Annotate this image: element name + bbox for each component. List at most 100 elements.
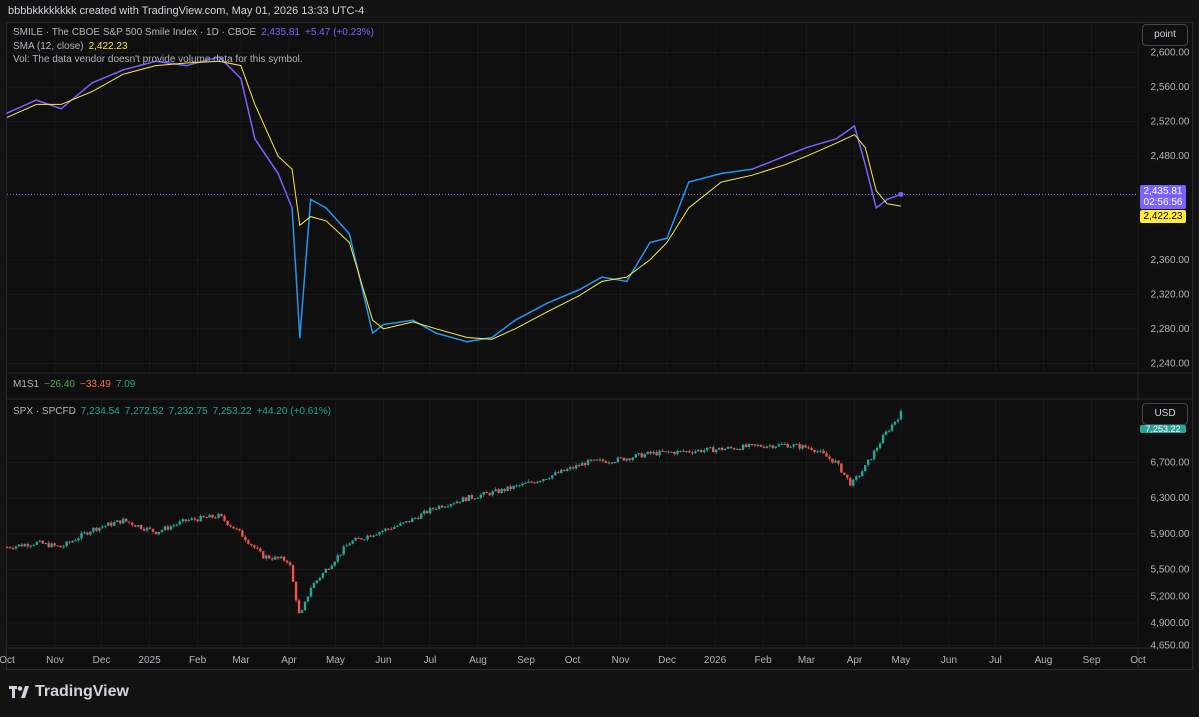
tradingview-logo[interactable]: TradingView [9,683,129,701]
candle-body [437,505,441,509]
candle-body [568,467,572,470]
indicator-legend: M1S1 −26.40 −33.49 7.09 [13,379,140,390]
candle-body [536,481,539,484]
y-tick-label: 5,200.00 [1151,591,1190,602]
x-tick-label: Feb [189,655,207,666]
candle-body [396,525,399,527]
candle-body [384,528,387,531]
candle-body [297,600,301,613]
y-tick-label: 2,360.00 [1151,255,1190,266]
x-tick-label: Aug [469,655,487,666]
candle-body [86,532,89,535]
candle-body [896,419,900,422]
candle-body [524,482,527,484]
candle-body [41,540,44,544]
candle-body [744,444,748,448]
candle-body [458,501,462,503]
candle-body [577,465,581,467]
candle-body [434,508,438,510]
smile-series-segment [546,289,580,304]
smile-series-segment [864,164,877,209]
candle-body [488,492,491,496]
candle-body [527,481,530,483]
candle-body [214,517,217,519]
candle-body [422,510,426,514]
scale-usd-button[interactable]: USD [1142,403,1188,425]
candle-body [795,444,798,446]
smile-series-segment [277,172,293,209]
candle-body [777,444,780,447]
candle-body [116,520,119,523]
countdown: 02:56:56 [1143,197,1183,208]
pane1-symbol-title[interactable]: SMILE · The CBOE S&P 500 Smile Index · 1… [13,27,256,38]
candle-body [822,450,825,454]
smile-series-segment [435,332,468,343]
candle-body [104,525,107,527]
candle-body [50,543,53,548]
candle-body [339,554,342,556]
candle-body [655,451,658,456]
chart-svg[interactable]: 2,240.00 2,280.00 2,320.00 2,360.00 2,480.00… [0,0,1199,717]
candle-body [786,443,789,448]
candle-body [697,449,700,452]
candle-body [336,555,339,562]
candle-body [661,450,664,452]
candle-body [282,556,286,561]
candle-body [130,522,134,526]
candle-body [858,476,861,478]
candle-body [127,521,131,523]
candle-body [163,526,167,531]
smile-series-segment [784,146,808,157]
candle-body [571,467,575,469]
candle-body [574,465,578,469]
tradingview-logo-icon [9,686,29,698]
candle-body [861,471,864,477]
candle-body [691,452,694,454]
smile-series-segment [805,138,837,149]
x-tick-label: Jun [375,655,391,666]
candle-body [357,537,360,539]
candle-body [378,532,381,535]
candle-body [431,507,435,510]
candle-body [735,448,739,450]
candle-body [765,446,769,448]
candle-body [288,562,292,566]
pane2-symbol-title[interactable]: SPX · SPCFD [13,406,76,417]
candle-body [792,444,795,447]
candle-body [723,448,727,451]
candle-body [77,538,80,541]
x-tick-label: Oct [565,655,581,666]
scale-point-button[interactable]: point [1142,24,1188,46]
candle-body [342,546,345,555]
sma-legend[interactable]: SMA (12, close) 2,422.23 [13,41,133,52]
candle-body [190,518,193,520]
candle-body [768,445,772,447]
x-tick-label: Jul [424,655,437,666]
candle-body [545,478,548,480]
candle-body [187,519,190,522]
candle-body [300,610,304,613]
candle-body [563,469,566,472]
candle-body [139,525,143,529]
candle-body [518,485,521,487]
candle-body [372,535,375,537]
candle-body [145,527,149,531]
candle-body [616,457,620,463]
candle-body [440,505,444,508]
candle-body [759,445,763,447]
y-tick-label: 5,900.00 [1151,529,1190,540]
smile-series-segment [687,172,722,183]
candle-body [494,489,497,492]
candle-body [756,445,760,447]
x-tick-label: Sep [517,655,535,666]
indicator-label[interactable]: M1S1 [13,379,39,390]
candle-body [479,494,482,498]
candle-body [208,514,211,518]
candle-body [869,459,873,461]
candle-body [318,577,322,581]
smile-series-segment [875,198,888,209]
candle-body [53,543,56,546]
candle-body [747,444,751,448]
candle-body [65,541,68,547]
candle-body [35,541,38,545]
